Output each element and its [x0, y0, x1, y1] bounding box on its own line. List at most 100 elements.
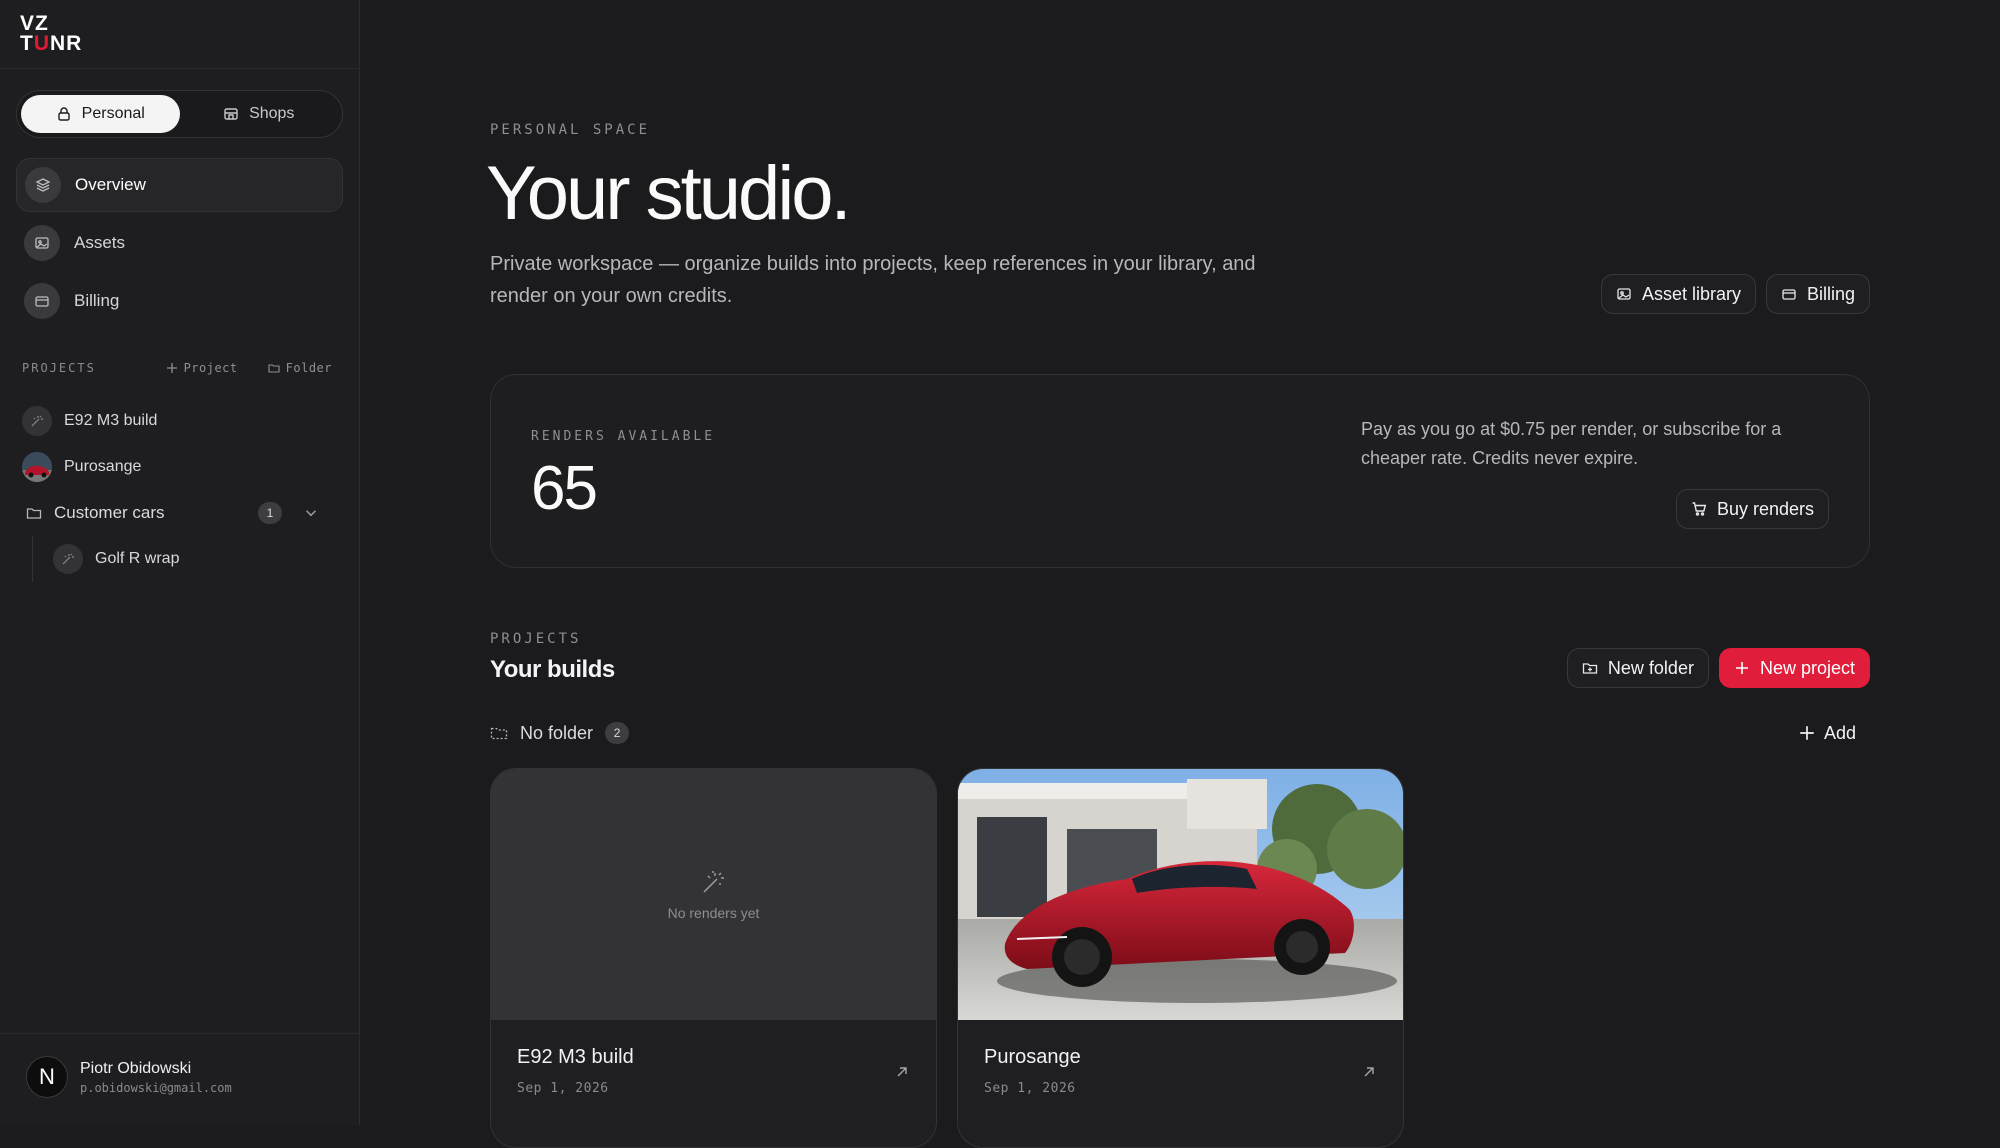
- card-icon: [1782, 289, 1796, 300]
- main-content: PERSONAL SPACE Your studio. Private work…: [486, 0, 1870, 1148]
- buy-renders-button[interactable]: Buy renders: [1675, 489, 1829, 529]
- card-title: Purosange: [984, 1046, 1081, 1068]
- folder-count-badge: 1: [258, 502, 282, 524]
- add-project-button[interactable]: Project: [166, 361, 238, 375]
- toggle-personal[interactable]: Personal: [21, 95, 180, 133]
- sidebar-item-label: Overview: [75, 175, 146, 194]
- credits-value: 65: [531, 454, 598, 523]
- builds-actions: New folder New project: [1566, 648, 1870, 688]
- plus-icon: [1735, 662, 1748, 674]
- chevron-down-icon[interactable]: [302, 504, 320, 522]
- add-label: Add: [1823, 722, 1856, 743]
- sidebar-item-overview[interactable]: Overview: [16, 158, 343, 212]
- build-cards: No renders yet E92 M3 build Sep 1, 2026: [490, 768, 1404, 1148]
- layers-icon: [25, 167, 61, 203]
- credits-label: RENDERS AVAILABLE: [531, 429, 716, 444]
- wand-icon: [53, 544, 83, 574]
- folder-dashed-icon: [490, 727, 508, 740]
- add-folder-label: Folder: [285, 361, 332, 375]
- billing-button[interactable]: Billing: [1765, 274, 1870, 314]
- user-profile[interactable]: N Piotr Obidowski p.obidowski@gmail.com: [26, 1056, 232, 1098]
- folder-group-label: No folder: [520, 722, 594, 743]
- card-title: E92 M3 build: [517, 1046, 634, 1068]
- toggle-personal-label: Personal: [81, 105, 145, 122]
- toggle-shops-label: Shops: [249, 105, 295, 122]
- sidebar-item-assets[interactable]: Assets: [16, 216, 343, 270]
- user-divider: [0, 1033, 360, 1034]
- sidebar-project-label: E92 M3 build: [64, 412, 158, 429]
- new-project-label: New project: [1759, 657, 1855, 678]
- no-renders-text: No renders yet: [667, 904, 760, 921]
- image-icon: [1617, 288, 1631, 300]
- folder-plus-icon: [1582, 663, 1598, 674]
- toggle-shops[interactable]: Shops: [180, 95, 339, 133]
- asset-library-label: Asset library: [1641, 283, 1741, 304]
- space-toggle: Personal Shops: [16, 90, 343, 138]
- new-project-button[interactable]: New project: [1718, 648, 1870, 688]
- new-folder-label: New folder: [1607, 657, 1694, 678]
- card-icon: [24, 283, 60, 319]
- sidebar-item-label: Billing: [74, 291, 120, 310]
- card-placeholder: No renders yet: [491, 769, 936, 1020]
- avatar: N: [26, 1056, 68, 1098]
- image-icon: [24, 225, 60, 261]
- logo-letter: T: [20, 32, 34, 55]
- build-card-e92[interactable]: No renders yet E92 M3 build Sep 1, 2026: [490, 768, 937, 1148]
- folder-group-header: No folder 2 Add: [490, 718, 1870, 748]
- folder-icon: [26, 508, 42, 519]
- credits-card: RENDERS AVAILABLE 65 Pay as you go at $0…: [490, 374, 1870, 568]
- plus-icon: [166, 363, 177, 373]
- card-date: Sep 1, 2026: [517, 1081, 609, 1096]
- header-actions: Asset library Billing: [1600, 274, 1870, 314]
- add-project-label: Project: [183, 361, 238, 375]
- add-to-folder-button[interactable]: Add: [1798, 723, 1856, 744]
- credits-info: Pay as you go at $0.75 per render, or su…: [1361, 419, 1782, 468]
- logo-line-2: TUNR: [20, 32, 112, 55]
- page-description: Private workspace — organize builds into…: [490, 253, 1256, 307]
- sidebar-folder-children: Golf R wrap: [32, 536, 342, 582]
- billing-label: Billing: [1806, 283, 1855, 304]
- cart-icon: [1692, 502, 1707, 516]
- builds-eyebrow: PROJECTS: [490, 631, 582, 647]
- user-email: p.obidowski@gmail.com: [80, 1080, 232, 1095]
- sidebar-divider: [0, 68, 360, 69]
- lock-icon: [57, 107, 70, 121]
- asset-library-button[interactable]: Asset library: [1600, 274, 1756, 314]
- car-photo: [958, 769, 1403, 1020]
- car-thumbnail: [22, 452, 52, 482]
- user-name: Piotr Obidowski: [80, 1059, 192, 1077]
- new-folder-button[interactable]: New folder: [1566, 648, 1709, 688]
- folder-group-count: 2: [605, 722, 630, 744]
- page-title: Your studio.: [486, 151, 852, 236]
- wand-icon: [702, 870, 724, 893]
- sidebar: VZ TUNR Personal Shops Overview Assets B…: [0, 0, 360, 1125]
- card-body: Purosange Sep 1, 2026: [958, 1020, 1403, 1096]
- brand-logo[interactable]: VZ TUNR: [20, 12, 112, 56]
- store-icon: [224, 108, 238, 120]
- sidebar-item-billing[interactable]: Billing: [16, 274, 343, 328]
- sidebar-project-purosange[interactable]: Purosange: [22, 444, 342, 490]
- sidebar-projects-header: PROJECTS Project Folder: [22, 360, 332, 376]
- sidebar-project-label: Golf R wrap: [95, 550, 180, 567]
- sidebar-projects-heading: PROJECTS: [22, 361, 96, 375]
- sidebar-nav: Overview Assets Billing: [16, 158, 343, 332]
- plus-icon: [1800, 726, 1814, 740]
- sidebar-project-e92[interactable]: E92 M3 build: [22, 398, 342, 444]
- arrow-up-right-icon[interactable]: [894, 1064, 910, 1080]
- builds-title: Your builds: [490, 656, 615, 683]
- sidebar-folder-customer-cars[interactable]: Customer cars 1: [22, 490, 342, 536]
- logo-letters: NR: [50, 32, 83, 55]
- card-body: E92 M3 build Sep 1, 2026: [491, 1020, 936, 1096]
- arrow-up-right-icon[interactable]: [1361, 1064, 1377, 1080]
- add-folder-button[interactable]: Folder: [268, 361, 332, 375]
- logo-line-1: VZ: [20, 12, 49, 35]
- page-eyebrow: PERSONAL SPACE: [490, 122, 651, 138]
- sidebar-project-list: E92 M3 build Purosange Customer cars 1 G…: [22, 398, 342, 582]
- build-card-purosange[interactable]: Purosange Sep 1, 2026: [957, 768, 1404, 1148]
- sidebar-project-golf-r[interactable]: Golf R wrap: [53, 536, 342, 582]
- card-date: Sep 1, 2026: [984, 1081, 1076, 1096]
- sidebar-project-label: Purosange: [64, 458, 142, 475]
- logo-letter-accent: U: [33, 32, 50, 55]
- sidebar-item-label: Assets: [74, 233, 126, 252]
- buy-renders-label: Buy renders: [1716, 498, 1814, 519]
